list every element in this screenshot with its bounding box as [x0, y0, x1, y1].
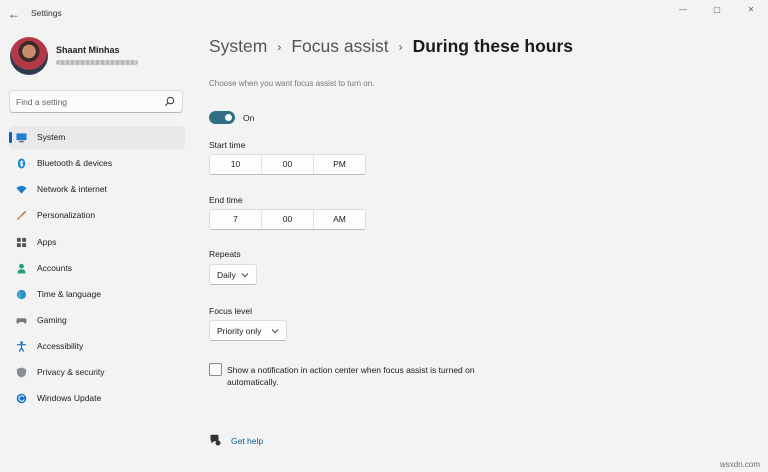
apps-icon	[16, 237, 27, 247]
end-time-label: End time	[209, 195, 243, 205]
watermark-text: wsxdn.com	[719, 460, 760, 469]
maximize-icon[interactable]: ▢	[700, 0, 734, 18]
get-help-icon[interactable]	[209, 434, 221, 446]
window-controls: — ▢ ✕	[666, 0, 768, 18]
person-icon	[17, 263, 26, 274]
globe-icon	[16, 289, 27, 299]
sidebar-item-label: Windows Update	[37, 393, 102, 404]
page-description: Choose when you want focus assist to tur…	[209, 79, 375, 88]
sidebar-item-system[interactable]: System	[9, 126, 185, 149]
page-title: During these hours	[412, 36, 574, 56]
sidebar-item-gaming[interactable]: Gaming	[9, 309, 185, 332]
end-time-picker[interactable]: 7 00 AM	[209, 209, 366, 230]
user-name: Shaant Minhas	[56, 45, 120, 55]
sidebar-item-label: Apps	[37, 236, 57, 247]
gamepad-icon	[16, 318, 27, 324]
sidebar-nav: System Bluetooth & devices Network & int…	[9, 126, 185, 414]
sidebar-item-time-language[interactable]: Time & language	[9, 283, 185, 306]
toggle-state-label: On	[243, 113, 255, 123]
repeats-label: Repeats	[209, 249, 241, 259]
sidebar-item-windows-update[interactable]: Windows Update	[9, 387, 185, 410]
search-icon[interactable]	[164, 96, 175, 107]
toggle-knob	[225, 114, 232, 121]
repeats-value: Daily	[217, 269, 236, 280]
sidebar-item-bluetooth[interactable]: Bluetooth & devices	[9, 152, 185, 175]
title-bar: ← Settings — ▢ ✕	[0, 0, 768, 28]
sidebar-item-privacy[interactable]: Privacy & security	[9, 361, 185, 384]
focus-hours-toggle[interactable]	[209, 111, 235, 124]
update-icon	[16, 394, 27, 404]
start-hour[interactable]: 10	[210, 155, 262, 174]
sidebar-item-label: Gaming	[37, 314, 67, 325]
focus-level-dropdown[interactable]: Priority only	[209, 320, 287, 341]
sidebar-item-label: Accessibility	[37, 341, 84, 352]
start-time-picker[interactable]: 10 00 PM	[209, 154, 366, 175]
start-period[interactable]: PM	[314, 155, 365, 174]
end-minute[interactable]: 00	[262, 210, 314, 229]
avatar[interactable]	[10, 37, 48, 75]
app-title: Settings	[31, 8, 62, 18]
sidebar-item-label: Personalization	[37, 210, 96, 221]
sidebar-item-accessibility[interactable]: Accessibility	[9, 335, 185, 358]
search-input[interactable]	[16, 94, 156, 109]
sidebar-item-network[interactable]: Network & internet	[9, 178, 185, 201]
minimize-icon[interactable]: —	[666, 0, 700, 18]
shield-icon	[16, 367, 27, 378]
chevron-down-icon	[241, 273, 249, 278]
end-period[interactable]: AM	[314, 210, 365, 229]
focus-level-label: Focus level	[209, 306, 252, 316]
chevron-right-icon: ›	[398, 39, 403, 54]
breadcrumb-focus-assist[interactable]: Focus assist	[291, 36, 388, 57]
search-box[interactable]	[9, 90, 183, 113]
wifi-icon	[16, 186, 27, 194]
sidebar-item-apps[interactable]: Apps	[9, 231, 185, 254]
sidebar-item-label: Time & language	[37, 288, 101, 299]
sidebar-item-label: Privacy & security	[37, 367, 105, 378]
sidebar-item-personalization[interactable]: Personalization	[9, 204, 185, 227]
sidebar-item-accounts[interactable]: Accounts	[9, 257, 185, 280]
brush-icon	[16, 211, 27, 221]
user-email-redacted	[56, 60, 138, 65]
sidebar-item-label: Network & internet	[37, 184, 107, 195]
end-hour[interactable]: 7	[210, 210, 262, 229]
start-minute[interactable]: 00	[262, 155, 314, 174]
bluetooth-icon	[17, 158, 26, 169]
sidebar-item-label: Bluetooth & devices	[37, 158, 113, 169]
start-time-label: Start time	[209, 140, 246, 150]
notification-checkbox-label[interactable]: Show a notification in action center whe…	[227, 364, 507, 388]
breadcrumb-system[interactable]: System	[209, 36, 267, 57]
breadcrumb: System › Focus assist › During these hou…	[209, 36, 573, 57]
back-arrow-icon[interactable]: ←	[6, 6, 22, 22]
chevron-down-icon	[271, 329, 279, 334]
monitor-icon	[16, 133, 27, 143]
sidebar-item-label: Accounts	[37, 262, 72, 273]
repeats-dropdown[interactable]: Daily	[209, 264, 257, 285]
accessibility-icon	[16, 341, 27, 352]
notification-checkbox[interactable]	[209, 363, 222, 376]
chevron-right-icon: ›	[277, 39, 282, 54]
focus-level-value: Priority only	[217, 325, 262, 336]
close-icon[interactable]: ✕	[734, 0, 768, 18]
sidebar-item-label: System	[37, 132, 66, 142]
get-help-link[interactable]: Get help	[231, 436, 263, 446]
